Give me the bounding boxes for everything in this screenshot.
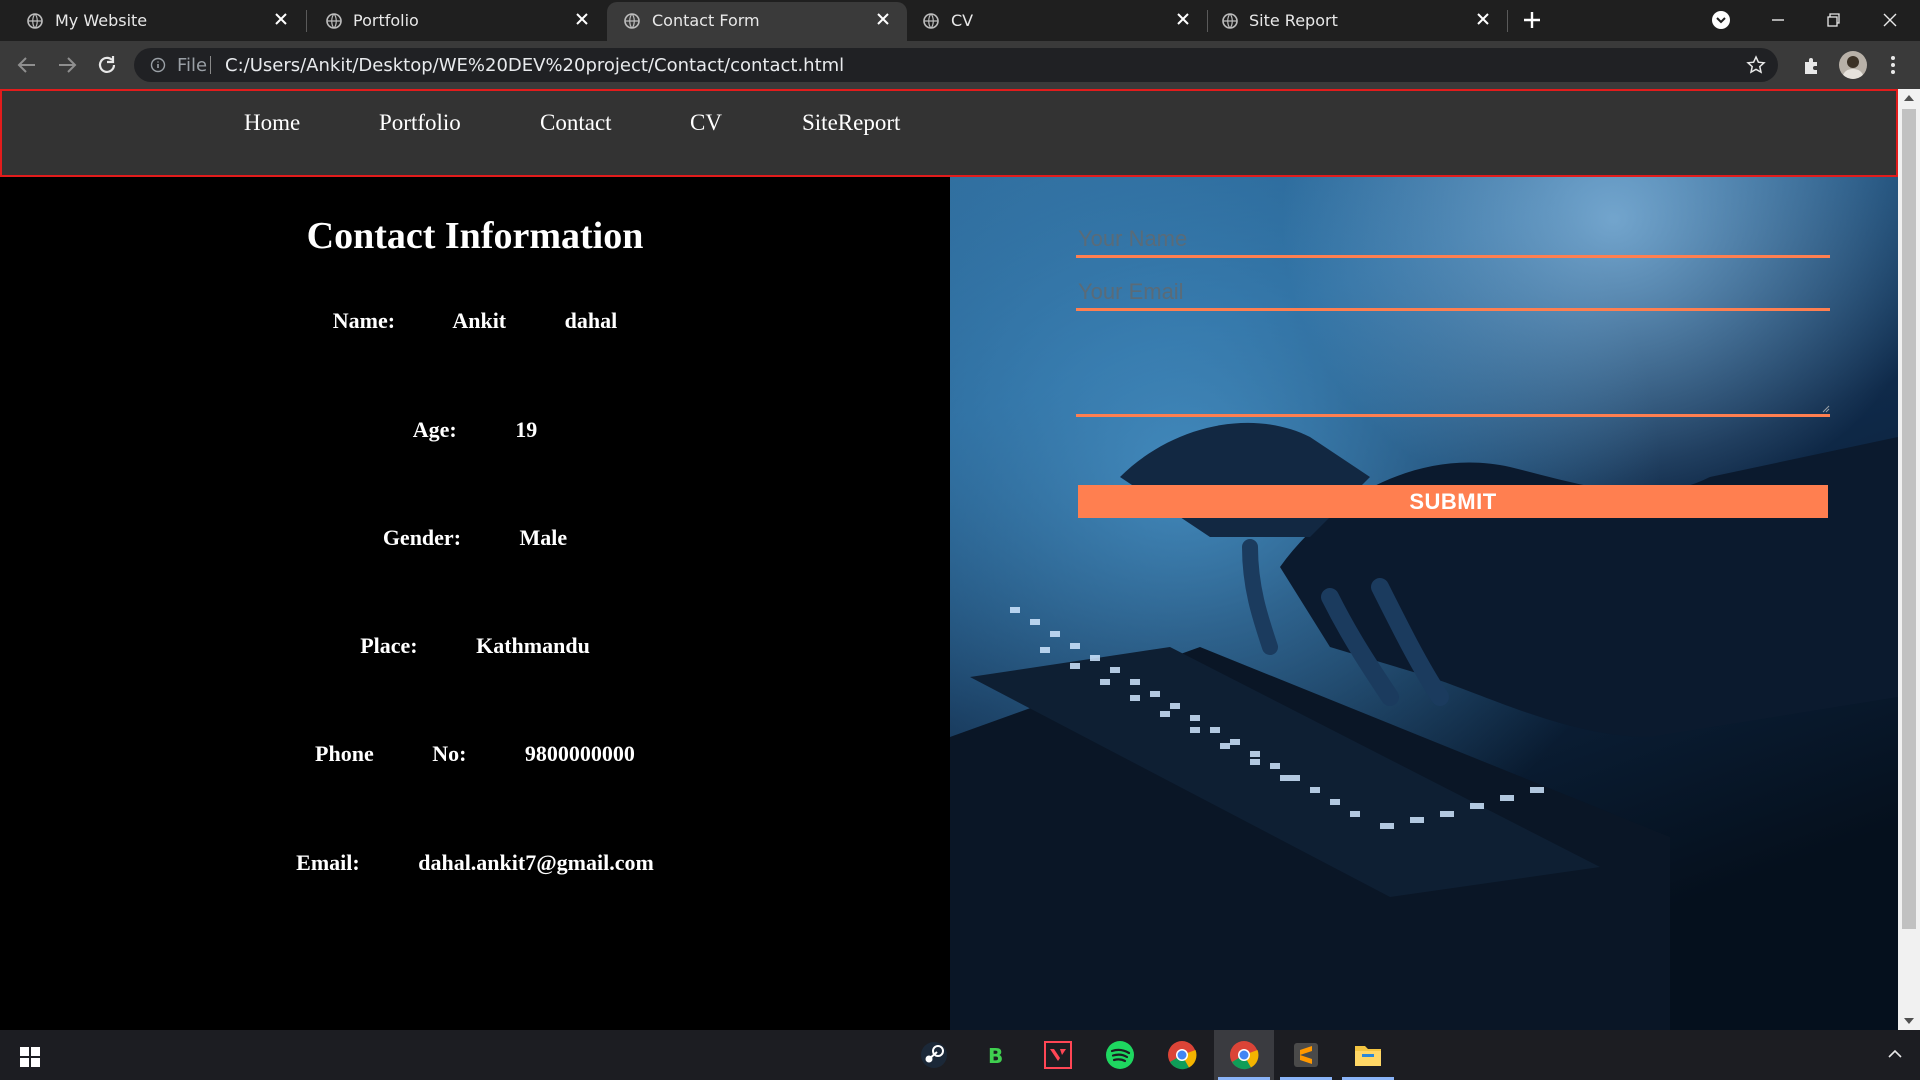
minimize-icon[interactable]: [1764, 6, 1792, 34]
nav-link-cv[interactable]: CV: [690, 110, 722, 136]
close-icon[interactable]: [273, 11, 289, 27]
window-close-icon[interactable]: [1876, 6, 1904, 34]
extensions-puzzle-icon[interactable]: [1800, 53, 1824, 77]
tab-portfolio[interactable]: Portfolio: [306, 0, 606, 41]
back-arrow-icon[interactable]: [16, 54, 38, 76]
tab-search-icon[interactable]: [1707, 6, 1735, 34]
taskbar-spotify[interactable]: [1090, 1030, 1150, 1080]
browser-toolbar: File C:/Users/Ankit/Desktop/WE%20DEV%20p…: [0, 41, 1920, 89]
omnibox-divider: [210, 56, 211, 74]
tab-label: Portfolio: [353, 11, 419, 30]
taskbar-chrome-active[interactable]: [1214, 1030, 1274, 1080]
nav-link-sitereport[interactable]: SiteReport: [802, 110, 900, 136]
info-place: Place: Kathmandu: [360, 633, 590, 658]
green-b-app-icon: B: [988, 1044, 1003, 1068]
globe-icon: [326, 13, 342, 29]
taskbar-green-b-app[interactable]: B: [966, 1030, 1026, 1080]
page-viewport: Home Portfolio Contact CV SiteReport Con…: [0, 89, 1898, 1030]
info-gender: Gender: Male: [382, 525, 568, 550]
contact-info-panel: Contact Information Name: Ankit dahal Ag…: [0, 177, 950, 1030]
valorant-icon: [1044, 1041, 1072, 1069]
message-textarea[interactable]: [1076, 295, 1830, 417]
taskbar-file-explorer[interactable]: [1338, 1030, 1398, 1080]
page-scrollbar[interactable]: [1898, 89, 1920, 1030]
tab-label: My Website: [55, 11, 148, 30]
info-icon[interactable]: [150, 57, 166, 73]
address-bar[interactable]: File C:/Users/Ankit/Desktop/WE%20DEV%20p…: [134, 48, 1778, 82]
globe-icon: [624, 13, 640, 29]
globe-icon: [1222, 13, 1238, 29]
windows-start-icon[interactable]: [20, 1047, 40, 1067]
profile-picture-icon: [1842, 56, 1864, 79]
tab-label: CV: [951, 11, 974, 30]
url-text[interactable]: C:/Users/Ankit/Desktop/WE%20DEV%20projec…: [225, 55, 844, 76]
taskbar-sublime-text[interactable]: [1276, 1030, 1336, 1080]
submit-button[interactable]: SUBMIT: [1078, 485, 1828, 518]
site-navbar: Home Portfolio Contact CV SiteReport: [0, 89, 1898, 177]
forward-arrow-icon[interactable]: [56, 54, 78, 76]
tab-contact-form[interactable]: Contact Form: [607, 2, 907, 41]
bookmark-star-icon[interactable]: [1746, 55, 1766, 75]
globe-icon: [27, 13, 43, 29]
sublime-text-icon: [1294, 1043, 1318, 1067]
nav-link-portfolio[interactable]: Portfolio: [379, 110, 461, 136]
more-options-icon[interactable]: [1889, 53, 1897, 77]
tab-my-website[interactable]: My Website: [0, 0, 305, 41]
file-scheme-label: File: [177, 55, 208, 76]
info-name: Name: Ankit dahal: [332, 308, 618, 333]
profile-avatar[interactable]: [1839, 51, 1867, 79]
contact-form-panel: SUBMIT: [950, 177, 1898, 1030]
steam-icon: [921, 1042, 947, 1068]
nav-link-contact[interactable]: Contact: [540, 110, 612, 136]
tab-label: Contact Form: [652, 11, 760, 30]
info-age: Age: 19: [412, 417, 538, 442]
scroll-up-arrow-icon[interactable]: [1904, 95, 1914, 101]
close-icon[interactable]: [875, 11, 891, 27]
taskbar-valorant[interactable]: [1028, 1030, 1088, 1080]
chrome-icon: [1168, 1041, 1197, 1070]
nav-link-home[interactable]: Home: [244, 110, 300, 136]
close-icon[interactable]: [574, 11, 590, 27]
tab-site-report[interactable]: Site Report: [1207, 0, 1507, 41]
windows-taskbar: B: [0, 1030, 1920, 1080]
resize-handle-icon[interactable]: [1820, 403, 1830, 413]
close-icon[interactable]: [1475, 11, 1491, 27]
contact-info-heading: Contact Information: [306, 215, 644, 257]
globe-icon: [923, 13, 939, 29]
file-explorer-icon: [1355, 1046, 1381, 1066]
scroll-thumb[interactable]: [1902, 109, 1916, 929]
chrome-active-icon: [1230, 1041, 1259, 1070]
reload-icon[interactable]: [96, 54, 118, 76]
restore-icon[interactable]: [1819, 6, 1847, 34]
new-tab-plus-icon[interactable]: [1522, 10, 1542, 30]
scroll-down-arrow-icon[interactable]: [1904, 1018, 1914, 1024]
tab-cv[interactable]: CV: [907, 0, 1207, 41]
tab-label: Site Report: [1249, 11, 1338, 30]
taskbar-chrome[interactable]: [1152, 1030, 1212, 1080]
taskbar-steam[interactable]: [904, 1030, 964, 1080]
browser-tab-strip: My Website Portfolio Contact Form CV Sit…: [0, 0, 1920, 41]
info-email: Email: dahal.ankit7@gmail.com: [296, 850, 654, 875]
your-name-input[interactable]: [1076, 222, 1830, 258]
svg-text:B: B: [988, 1044, 1003, 1068]
show-hidden-icons-chevron-icon[interactable]: [1888, 1049, 1902, 1059]
close-icon[interactable]: [1175, 11, 1191, 27]
info-phone: Phone No: 9800000000: [315, 741, 635, 766]
spotify-icon: [1106, 1041, 1134, 1069]
tab-divider: [1507, 10, 1508, 32]
